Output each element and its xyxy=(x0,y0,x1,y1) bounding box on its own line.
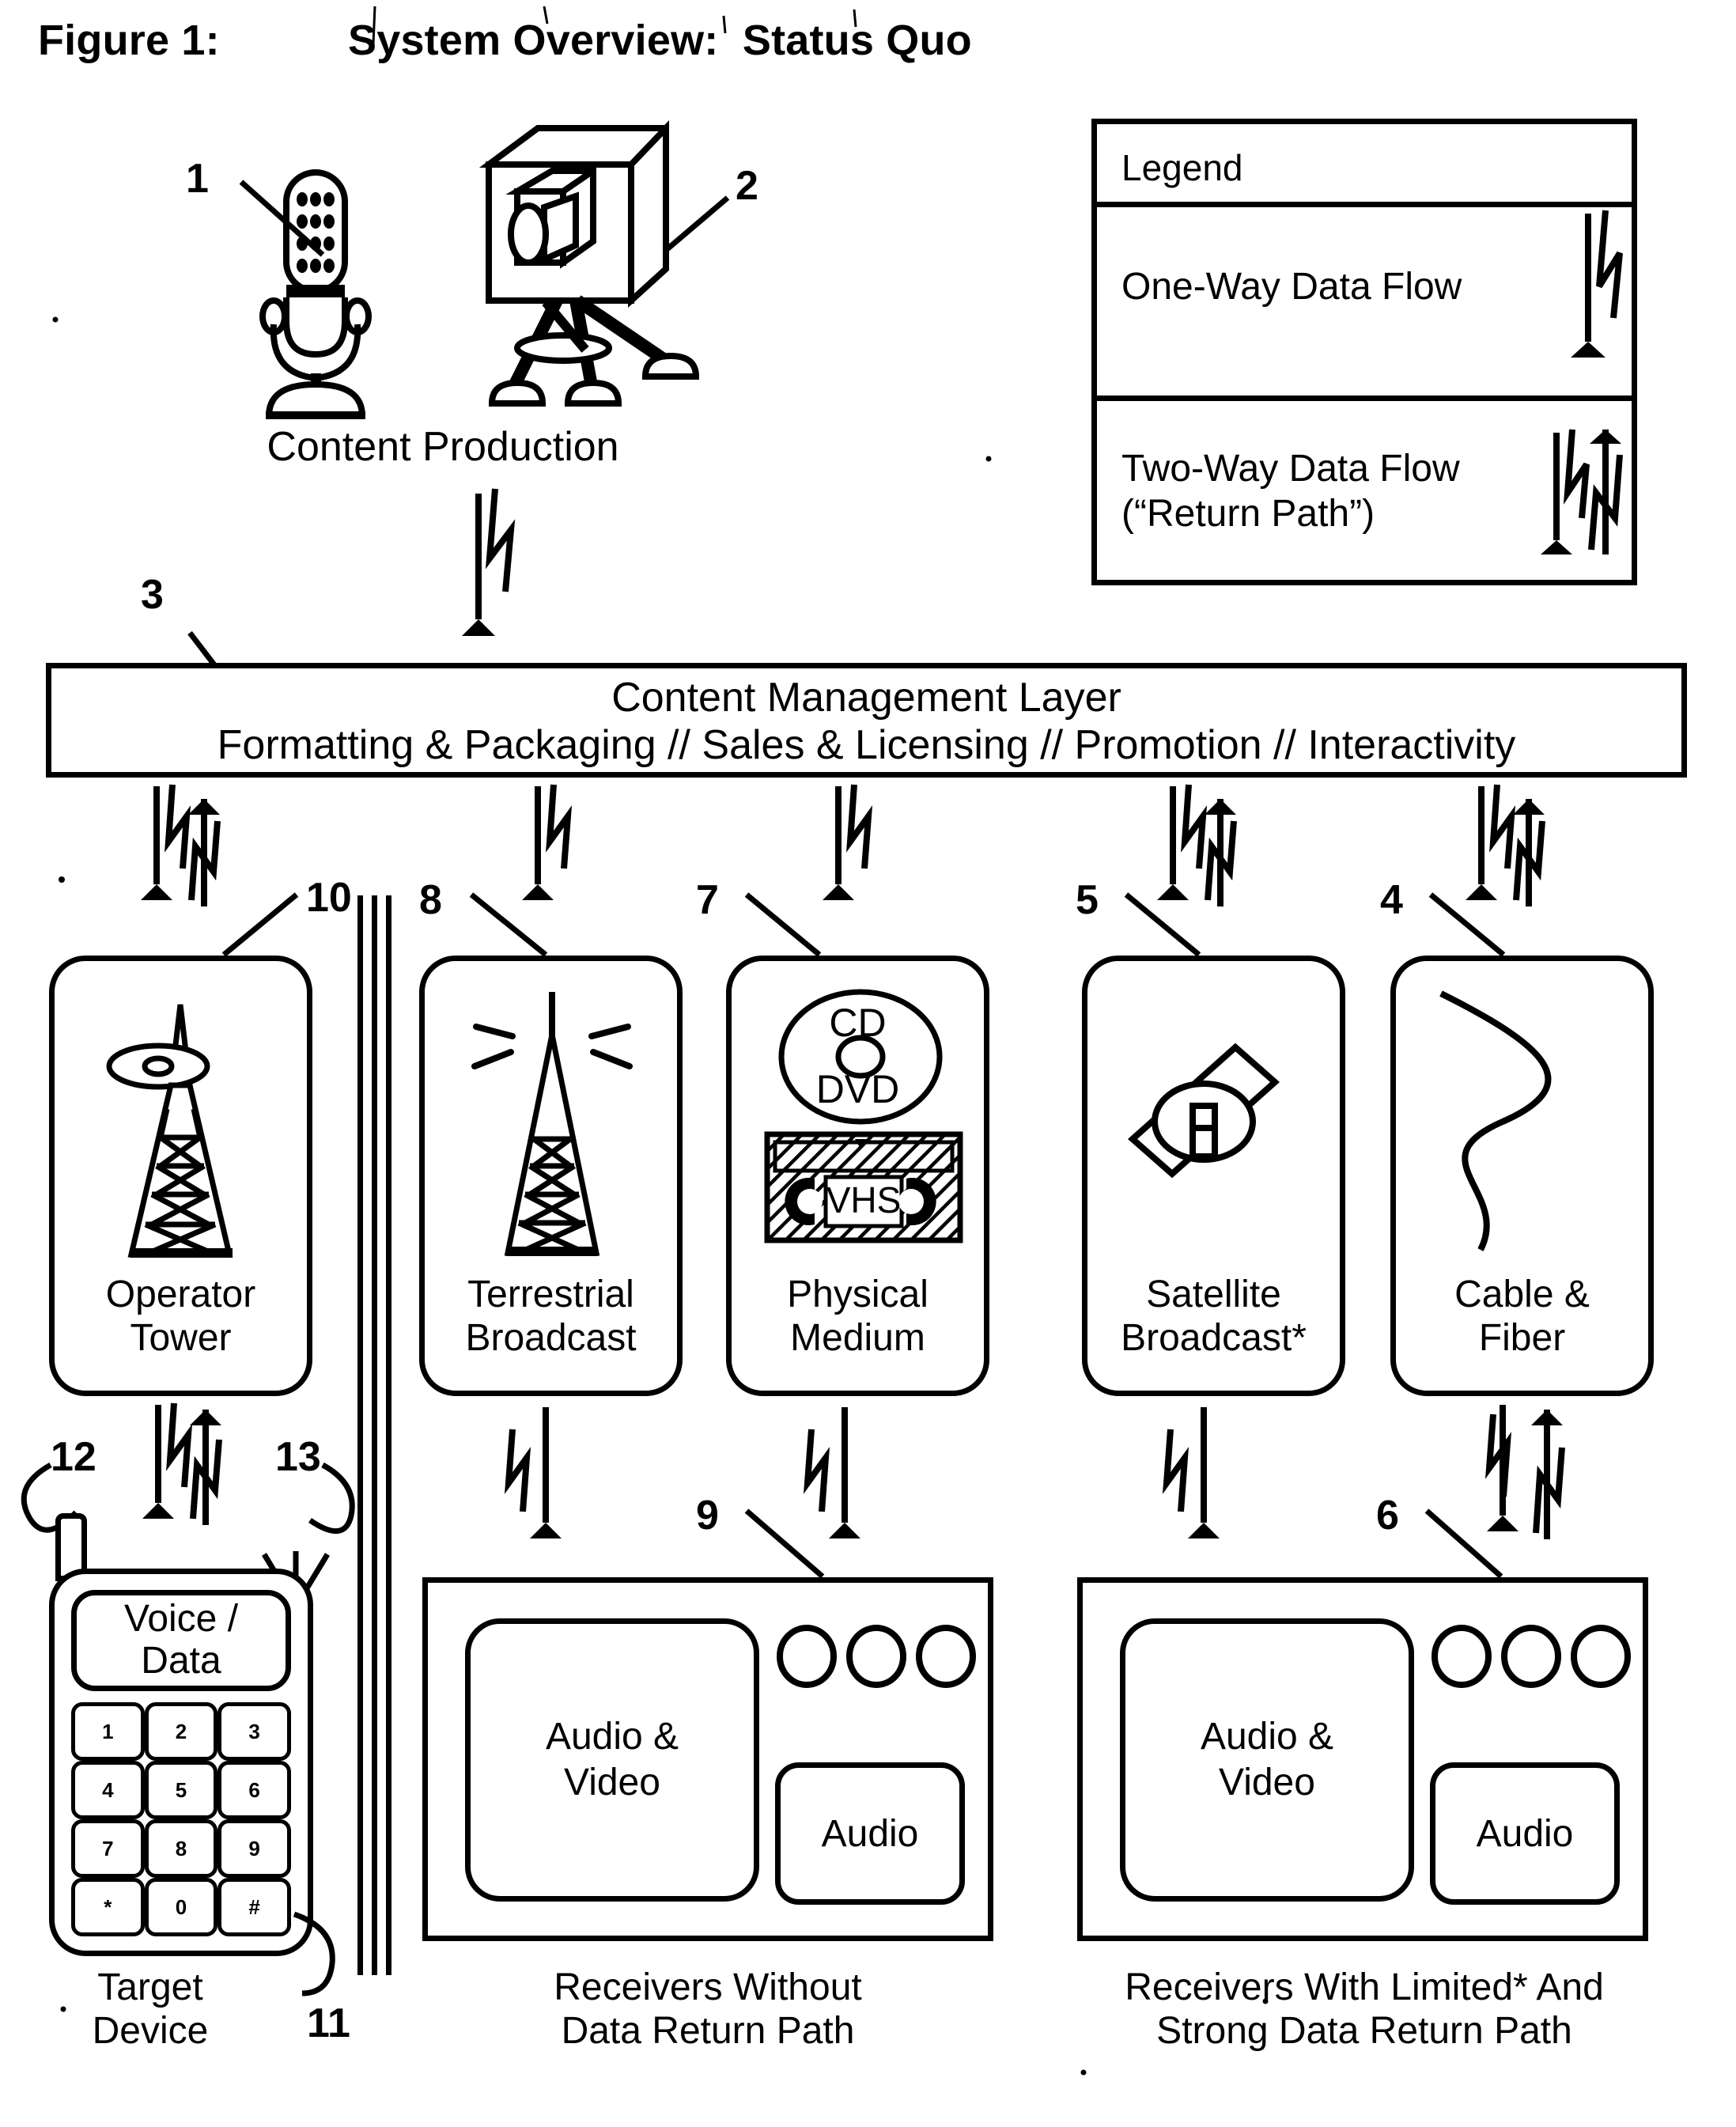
receiver-6-knobs[interactable] xyxy=(1428,1620,1636,1693)
receiver-6-audio-label: Audio xyxy=(1476,1812,1574,1855)
receiver-6-caption: Receivers With Limited* And Strong Data … xyxy=(1125,1966,1604,2052)
patent-figure-page: Figure 1: System Overview: Status Quo Le… xyxy=(0,0,1736,2127)
receiver-6-video-label: Audio & Video xyxy=(1200,1716,1334,1803)
